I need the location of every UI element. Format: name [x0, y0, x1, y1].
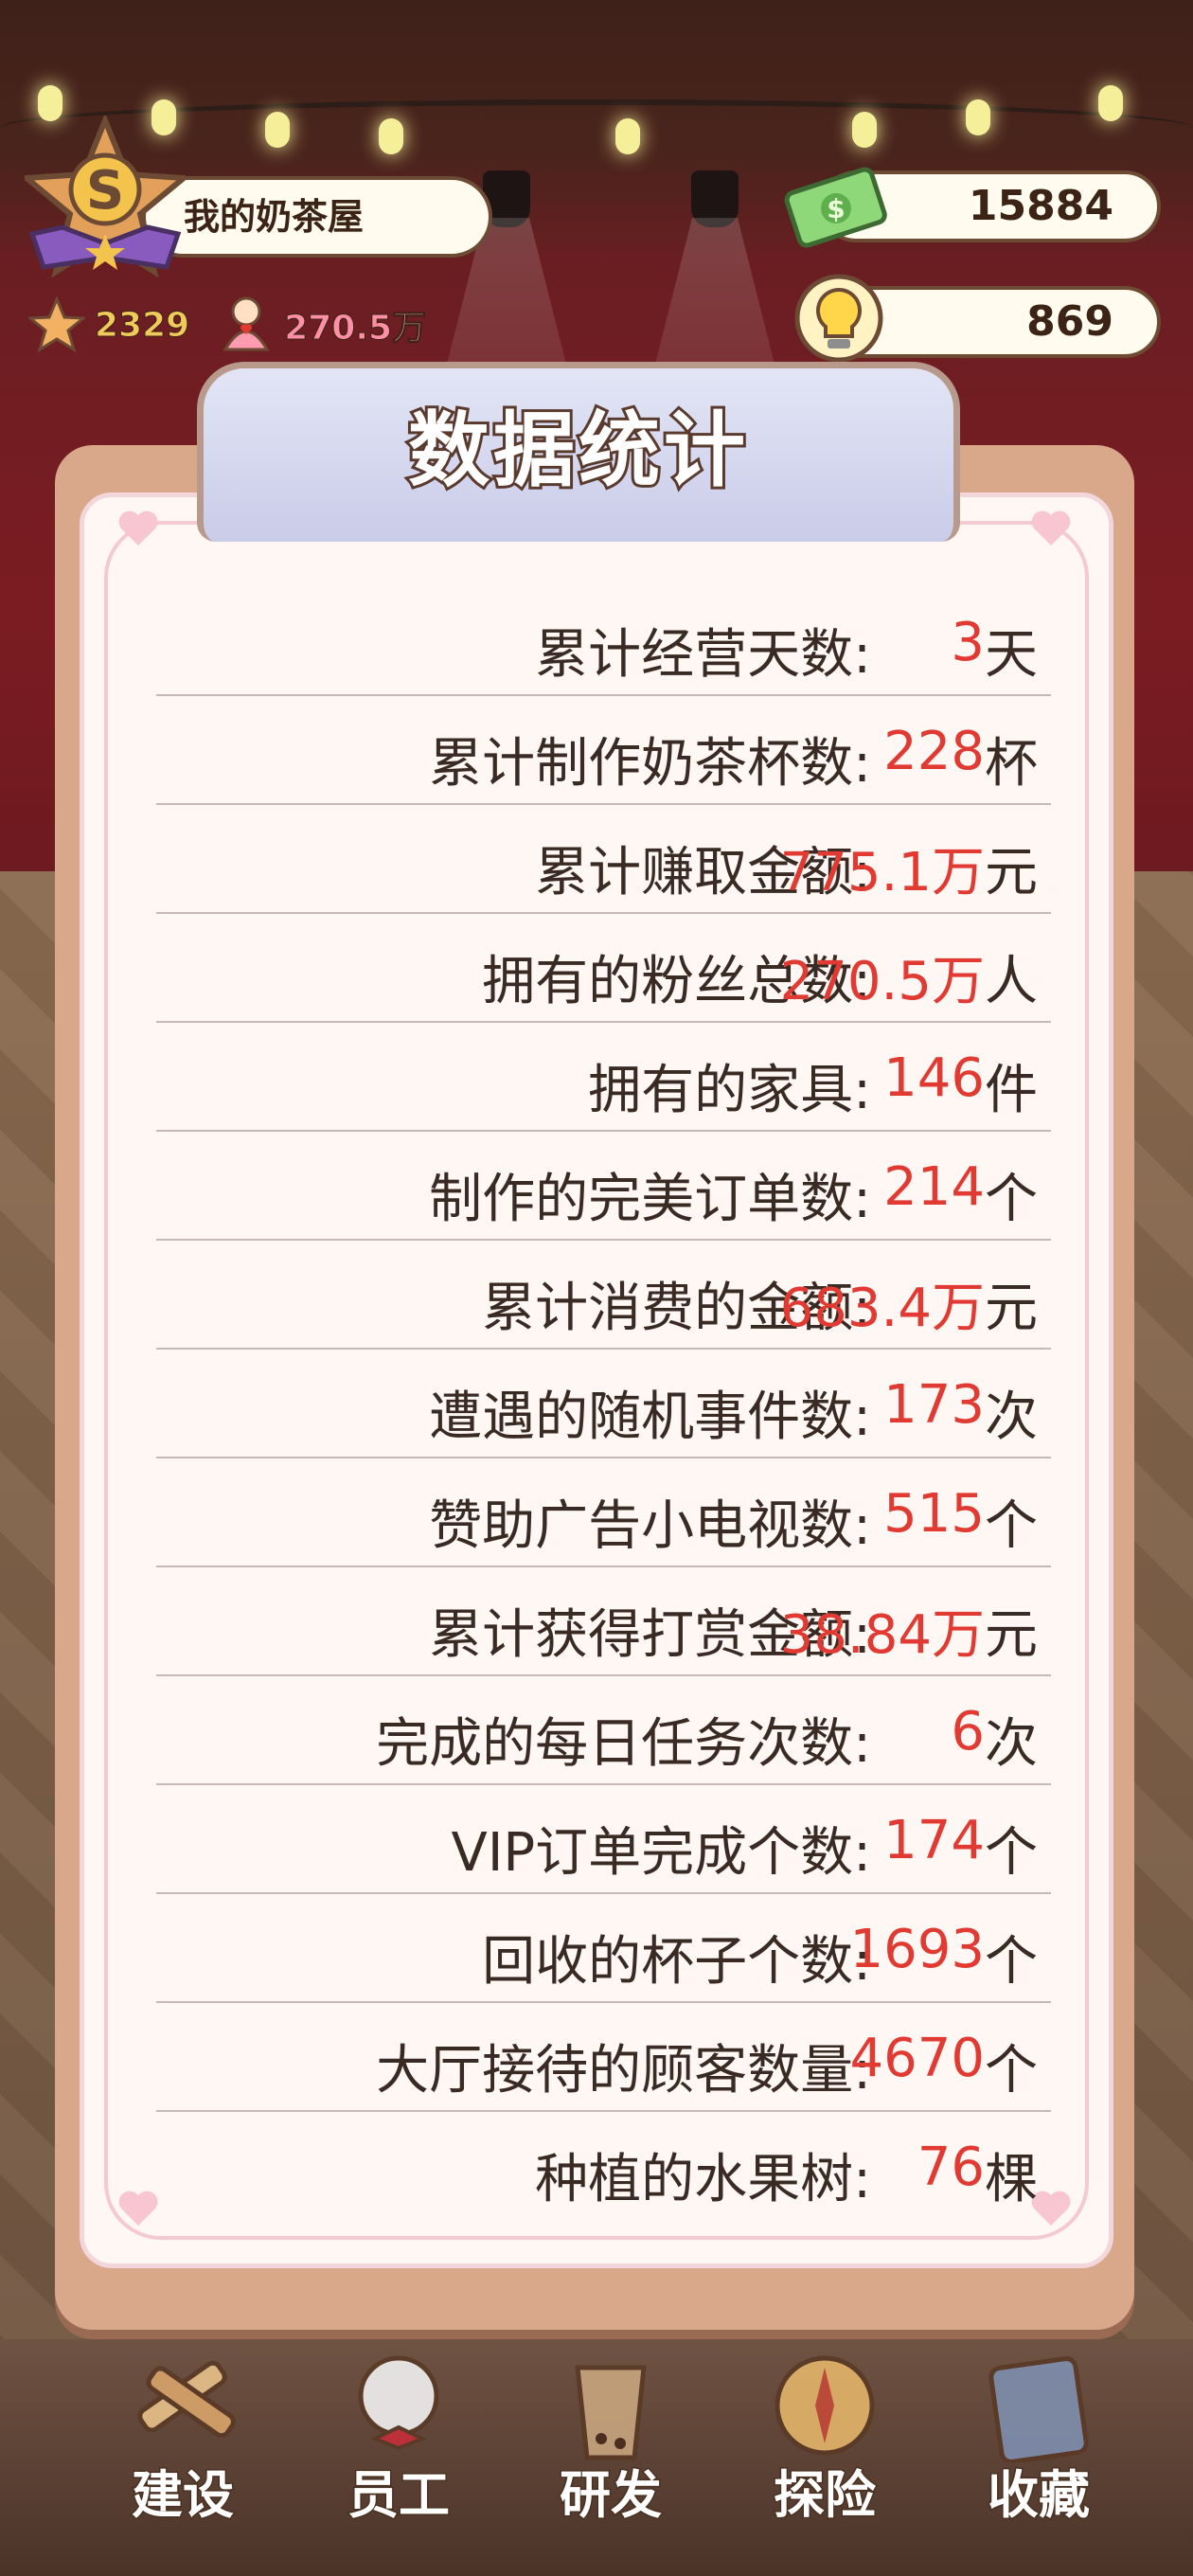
stat-label: 制作的完美订单数:: [429, 1169, 871, 1230]
stat-row-furniture: 拥有的家具: 146 件: [156, 1023, 1051, 1132]
heart-icon: [118, 2191, 158, 2226]
stat-label: 种植的水果树:: [535, 2149, 871, 2210]
stat-label: 回收的杯子个数:: [482, 1931, 871, 1993]
light-bulb-icon: [1098, 85, 1123, 121]
stat-unit: 杯: [985, 733, 1038, 795]
stat-value: 38.84万: [779, 1604, 985, 1666]
stat-row-perfect-orders: 制作的完美订单数: 214 个: [156, 1132, 1051, 1241]
staff-icon: [358, 2355, 439, 2451]
stat-row-spent: 累计消费的金额: 683.4万 元: [156, 1241, 1051, 1350]
stats-list: 累计经营天数: 3 天 累计制作奶茶杯数: 228 杯 累计赚取金额: 775.…: [156, 587, 1051, 2221]
stat-value: 270.5万: [779, 951, 985, 1012]
svg-text:$: $: [827, 193, 845, 224]
heart-icon: [1031, 510, 1071, 546]
rank-star-badge-icon[interactable]: S: [25, 116, 186, 295]
nav-explore[interactable]: 探险: [754, 2453, 896, 2528]
stat-unit: 人: [985, 951, 1038, 1012]
stat-unit: 个: [985, 1495, 1038, 1557]
shop-name: 我的奶茶屋: [184, 196, 365, 238]
rank-letter: S: [86, 160, 124, 222]
shop-name-plate[interactable]: 我的奶茶屋: [142, 176, 492, 258]
stat-value: 228: [883, 721, 985, 782]
stat-label: 大厅接待的顾客数量:: [376, 2040, 871, 2102]
stat-unit: 元: [985, 1604, 1038, 1666]
stat-row-tea-cups: 累计制作奶茶杯数: 228 杯: [156, 696, 1051, 805]
album-icon: [988, 2356, 1089, 2462]
stat-row-fruit-trees: 种植的水果树: 76 棵: [156, 2112, 1051, 2221]
stat-value: 214: [883, 1156, 985, 1218]
light-bulb-icon: [379, 118, 403, 154]
stat-value: 76: [917, 2137, 985, 2198]
stat-value: 1693: [849, 1919, 985, 1980]
fan-count: 270.5万: [284, 309, 427, 349]
stat-label: 遭遇的随机事件数:: [429, 1386, 871, 1448]
cash-icon: $: [784, 167, 887, 248]
stat-unit: 天: [985, 624, 1038, 686]
nav-staff[interactable]: 员工: [328, 2453, 470, 2528]
stat-row-ad-tvs: 赞助广告小电视数: 515 个: [156, 1458, 1051, 1567]
stat-unit: 元: [985, 1278, 1038, 1339]
nav-research[interactable]: 研发: [540, 2453, 682, 2528]
research-cup-icon: [575, 2365, 647, 2460]
hammer-icon: [137, 2360, 236, 2439]
stat-label: VIP订单完成个数:: [451, 1822, 871, 1884]
stat-unit: 元: [985, 842, 1038, 903]
stat-label: 累计经营天数:: [535, 624, 871, 686]
stat-unit: 个: [985, 2040, 1038, 2102]
light-bulb-icon: [615, 118, 640, 154]
stat-label: 赞助广告小电视数:: [429, 1495, 871, 1557]
stat-unit: 个: [985, 1822, 1038, 1884]
panel-title: 数据统计: [405, 401, 749, 501]
star-icon: [28, 296, 85, 353]
stat-value: 775.1万: [779, 842, 985, 903]
stat-value: 173: [883, 1374, 985, 1436]
light-bulb-icon: [966, 99, 990, 135]
money-value: 15884: [968, 182, 1113, 230]
stat-row-recycled-cups: 回收的杯子个数: 1693 个: [156, 1894, 1051, 2003]
stat-value: 4670: [849, 2028, 985, 2089]
stat-value: 3: [951, 612, 985, 673]
stat-value: 146: [883, 1047, 985, 1109]
stat-value: 515: [883, 1483, 985, 1545]
lightbulb-icon: [794, 274, 883, 363]
stat-row-vip-orders: VIP订单完成个数: 174 个: [156, 1785, 1051, 1894]
stat-row-fans: 拥有的粉丝总数: 270.5万 人: [156, 914, 1051, 1023]
stat-unit: 次: [985, 1713, 1038, 1775]
stat-row-operating-days: 累计经营天数: 3 天: [156, 587, 1051, 696]
stat-value: 6: [951, 1701, 985, 1762]
stat-unit: 件: [985, 1060, 1038, 1121]
stat-label: 完成的每日任务次数:: [376, 1713, 871, 1775]
compass-icon: [775, 2355, 875, 2456]
stat-row-daily-tasks: 完成的每日任务次数: 6 次: [156, 1676, 1051, 1785]
stat-row-customers: 大厅接待的顾客数量: 4670 个: [156, 2003, 1051, 2112]
stat-unit: 次: [985, 1386, 1038, 1448]
stat-value: 683.4万: [779, 1278, 985, 1339]
stat-value: 174: [883, 1810, 985, 1871]
stat-row-tips: 累计获得打赏金额: 38.84万 元: [156, 1567, 1051, 1676]
stat-unit: 个: [985, 1931, 1038, 1993]
heart-icon: [118, 510, 158, 546]
stat-label: 拥有的家具:: [588, 1060, 871, 1121]
star-count: 2329: [94, 305, 190, 345]
stat-label: 累计制作奶茶杯数:: [429, 733, 871, 795]
nav-collection[interactable]: 收藏: [968, 2453, 1110, 2528]
light-bulb-icon: [265, 112, 290, 148]
stat-row-random-events: 遭遇的随机事件数: 173 次: [156, 1350, 1051, 1458]
stat-row-earned: 累计赚取金额: 775.1万 元: [156, 805, 1051, 914]
fans-icon: [223, 296, 270, 351]
stat-unit: 个: [985, 1169, 1038, 1230]
stat-unit: 棵: [985, 2149, 1038, 2210]
idea-value: 869: [1026, 297, 1113, 346]
light-bulb-icon: [852, 112, 877, 148]
hud-stats-row: 2329 270.5万: [28, 292, 427, 358]
nav-build[interactable]: 建设: [112, 2453, 254, 2528]
